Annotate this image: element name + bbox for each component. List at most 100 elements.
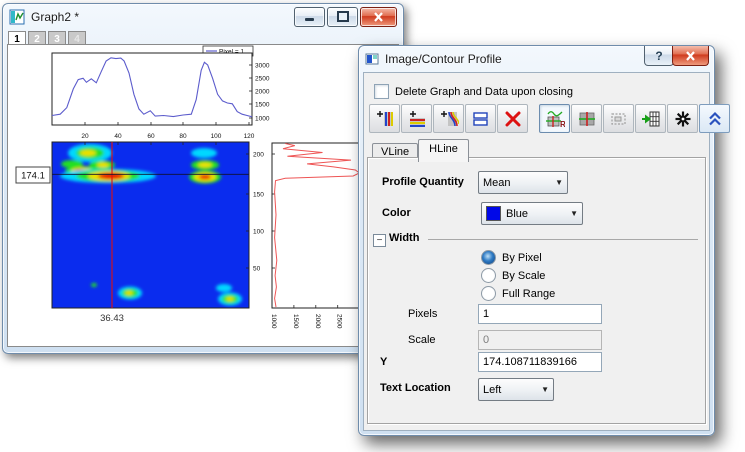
tab-hline[interactable]: HLine xyxy=(418,139,469,162)
full-range-radio-row[interactable]: Full Range xyxy=(481,286,555,301)
help-button[interactable]: ? xyxy=(644,46,674,66)
svg-text:150: 150 xyxy=(253,191,264,198)
tick-label: 1000 xyxy=(255,115,270,122)
delete-profile-icon xyxy=(504,110,522,128)
width-collapse-toggle[interactable]: − xyxy=(373,234,386,247)
svg-text:200: 200 xyxy=(253,151,264,158)
x-axis-labels: 20 40 60 80 100 120 xyxy=(81,133,254,140)
minimize-icon xyxy=(305,18,314,21)
width-section-divider xyxy=(428,239,698,240)
profile-quantity-dropdown[interactable]: Mean ▼ xyxy=(478,171,568,194)
tick-label: 1500 xyxy=(255,101,270,108)
graph-window-titlebar[interactable]: Graph2 * xyxy=(3,4,403,29)
go-to-data-icon xyxy=(641,110,661,128)
hline-label[interactable]: 174.1 xyxy=(16,167,50,183)
settings-button[interactable] xyxy=(667,104,698,133)
y-value: 174.108711839166 xyxy=(483,356,577,368)
svg-text:20: 20 xyxy=(81,133,89,140)
scale-input[interactable]: 0 xyxy=(478,330,602,350)
dialog-icon xyxy=(365,52,379,66)
add-arbitrary-profile-button[interactable] xyxy=(433,104,464,133)
color-dropdown[interactable]: Blue ▼ xyxy=(481,202,583,225)
dialog-body: Delete Graph and Data upon closing xyxy=(363,72,710,431)
graph-client-area[interactable]: Pixel = 1 3000 2500 2000 1500 xyxy=(7,44,399,347)
by-scale-radio-row[interactable]: By Scale xyxy=(481,268,545,283)
collapse-dialog-button[interactable] xyxy=(699,104,730,133)
svg-text:174.1: 174.1 xyxy=(21,171,45,182)
rectangle-roi-button[interactable] xyxy=(603,104,634,133)
go-to-data-button[interactable] xyxy=(635,104,666,133)
tick-label: 2000 xyxy=(255,88,270,95)
top-profile-plot[interactable]: 3000 2500 2000 1500 1000 xyxy=(52,53,270,125)
dialog-title: Image/Contour Profile xyxy=(385,52,502,66)
text-location-dropdown[interactable]: Left ▼ xyxy=(478,378,554,401)
preview-profile-icon: R xyxy=(545,110,565,128)
scale-label: Scale xyxy=(408,334,436,346)
add-horizontal-profile-icon xyxy=(407,110,427,128)
delete-profile-button[interactable] xyxy=(497,104,528,133)
merge-lines-button[interactable] xyxy=(465,104,496,133)
settings-gear-icon xyxy=(674,110,692,128)
by-scale-label: By Scale xyxy=(502,270,545,282)
right-profile-plot[interactable]: 1000 1500 2000 2500 3000 xyxy=(270,143,365,329)
contour-image[interactable] xyxy=(52,142,249,308)
right-plot-x-labels: 1000 1500 2000 2500 3000 xyxy=(270,314,365,329)
graph-canvas[interactable]: Pixel = 1 3000 2500 2000 1500 xyxy=(8,45,397,346)
color-swatch xyxy=(486,206,501,221)
by-scale-radio[interactable] xyxy=(481,268,496,283)
restore-icon xyxy=(337,11,349,22)
delete-graph-checkbox-row[interactable]: Delete Graph and Data upon closing xyxy=(374,84,573,99)
tick-label: 2500 xyxy=(255,75,270,82)
merge-lines-icon xyxy=(472,110,490,128)
svg-text:60: 60 xyxy=(147,133,155,140)
profile-quantity-value: Mean xyxy=(483,177,511,189)
minimize-button[interactable] xyxy=(294,7,325,27)
image-contour-profile-dialog: Image/Contour Profile ? Delete Graph and… xyxy=(358,45,715,436)
minus-icon: − xyxy=(377,236,383,245)
chevron-down-icon: ▼ xyxy=(535,385,549,394)
preview-profile-button[interactable]: R xyxy=(539,104,570,133)
screen: Graph2 * 1 2 3 4 xyxy=(0,0,745,452)
dialog-close-button[interactable] xyxy=(672,46,709,66)
image-y-labels: 200 150 100 50 xyxy=(253,151,264,272)
cross-lines-icon xyxy=(578,110,596,128)
svg-text:100: 100 xyxy=(211,133,222,140)
svg-text:2000: 2000 xyxy=(314,314,321,329)
svg-text:120: 120 xyxy=(244,133,255,140)
full-range-radio[interactable] xyxy=(481,286,496,301)
by-pixel-radio[interactable] xyxy=(481,250,496,265)
svg-text:100: 100 xyxy=(253,228,264,235)
add-horizontal-profile-button[interactable] xyxy=(401,104,432,133)
tick-label: 3000 xyxy=(255,62,270,69)
svg-text:2500: 2500 xyxy=(336,314,343,329)
vline-label[interactable]: 36.43 xyxy=(100,313,124,324)
graph-window-icon xyxy=(9,9,25,25)
svg-text:1500: 1500 xyxy=(292,314,299,329)
delete-graph-checkbox-label: Delete Graph and Data upon closing xyxy=(395,86,573,98)
by-pixel-label: By Pixel xyxy=(502,252,542,264)
svg-text:1000: 1000 xyxy=(270,314,277,329)
graph-window-title: Graph2 * xyxy=(31,10,79,24)
hline-settings-panel: Profile Quantity Mean ▼ Color Blue ▼ − W… xyxy=(367,157,706,424)
svg-text:40: 40 xyxy=(114,133,122,140)
close-icon xyxy=(373,12,384,22)
pixels-label: Pixels xyxy=(408,308,437,320)
add-vertical-profile-icon xyxy=(375,110,395,128)
y-input[interactable]: 174.108711839166 xyxy=(478,352,602,372)
y-label: Y xyxy=(380,356,387,368)
close-button[interactable] xyxy=(360,7,397,27)
rectangle-roi-icon xyxy=(610,110,628,128)
delete-graph-checkbox[interactable] xyxy=(374,84,389,99)
scale-value: 0 xyxy=(483,334,489,346)
add-arbitrary-profile-icon xyxy=(439,110,459,128)
pixels-input[interactable]: 1 xyxy=(478,304,602,324)
by-pixel-radio-row[interactable]: By Pixel xyxy=(481,250,542,265)
svg-text:80: 80 xyxy=(179,133,187,140)
cross-lines-button[interactable] xyxy=(571,104,602,133)
dialog-close-icon xyxy=(685,51,696,61)
profile-quantity-label: Profile Quantity xyxy=(382,176,464,188)
restore-button[interactable] xyxy=(327,7,358,27)
add-vertical-profile-button[interactable] xyxy=(369,104,400,133)
full-range-label: Full Range xyxy=(502,288,555,300)
svg-text:R: R xyxy=(560,120,565,128)
